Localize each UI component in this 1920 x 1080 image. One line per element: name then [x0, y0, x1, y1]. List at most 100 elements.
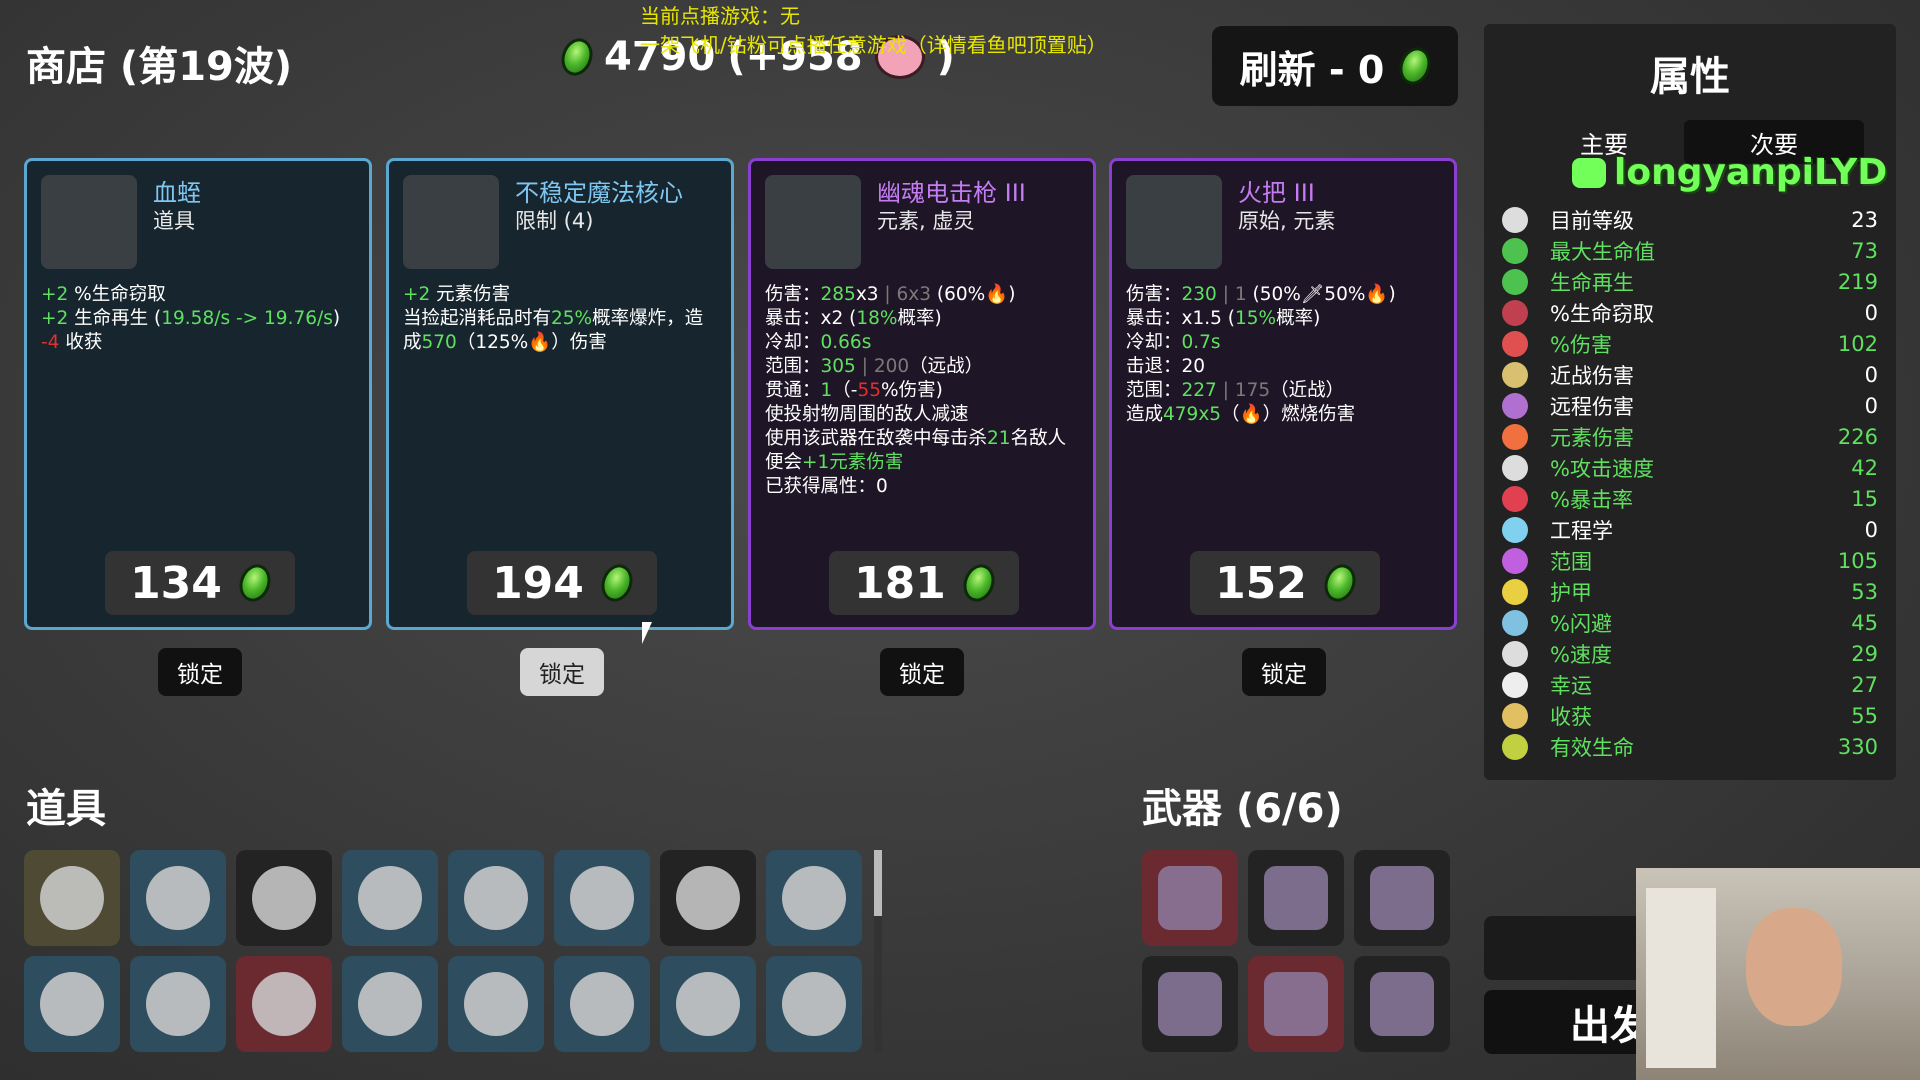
scrollbar-thumb[interactable] [874, 850, 882, 916]
stat-label: 元素伤害 [1550, 425, 1634, 450]
shop-card-3[interactable]: 火把 III 原始, 元素 伤害：230 | 1 (50%🗡50%🔥) 暴击：x1… [1109, 158, 1457, 630]
weapon-slot[interactable] [1142, 850, 1238, 946]
item-slot[interactable] [448, 956, 544, 1052]
desc-line: 暴击：x2 (18%概率) [765, 307, 1083, 331]
item-slot[interactable] [448, 850, 544, 946]
card-type: 道具 [153, 209, 195, 233]
ghost-taser-icon [1158, 866, 1222, 930]
desc-segment: 伤害： [1126, 284, 1182, 305]
weapon-slot[interactable] [1248, 956, 1344, 1052]
stat-value: 15 [1851, 486, 1878, 511]
card-price[interactable]: 134 [105, 551, 295, 615]
weapon-slot[interactable] [1354, 850, 1450, 946]
item-slot[interactable] [554, 850, 650, 946]
panda-icon [252, 972, 316, 1036]
desc-segment: (50%🗡50%🔥) [1246, 284, 1396, 305]
desc-segment: 0.66s [820, 332, 872, 353]
level-icon [1502, 206, 1528, 233]
stat-row: 有效生命 330 [1502, 731, 1878, 762]
item-slot[interactable] [24, 956, 120, 1052]
engineering-icon [1502, 516, 1528, 543]
overlay-line-2: 一架飞机/钻粉可点播任意游戏（详情看鱼吧顶置贴） [640, 33, 1107, 57]
card-type: 限制 (4) [515, 209, 594, 233]
stat-label: %攻击速度 [1550, 456, 1654, 481]
ghost-taser-icon [765, 175, 861, 269]
pumpkin-icon [358, 972, 422, 1036]
stat-label: 护甲 [1550, 580, 1592, 605]
weapon-slot[interactable] [1354, 956, 1450, 1052]
card-price[interactable]: 194 [467, 551, 657, 615]
material-coin-icon [1394, 43, 1436, 89]
desc-segment: +2 [41, 284, 69, 305]
item-slot[interactable] [130, 956, 226, 1052]
ranged-icon [1502, 392, 1528, 419]
card-name: 不稳定魔法核心 [515, 179, 683, 207]
stat-value: 0 [1864, 517, 1878, 542]
card-price[interactable]: 152 [1190, 551, 1380, 615]
desc-segment: 已获得属性：0 [765, 476, 888, 497]
leech-icon [41, 175, 137, 269]
lock-button-0[interactable]: 锁定 [158, 648, 242, 696]
item-slot[interactable] [766, 850, 862, 946]
stat-row: 目前等级 23 [1502, 204, 1878, 235]
desc-segment: | 1 [1216, 284, 1247, 305]
stats-title: 属性 [1650, 54, 1730, 100]
stat-value: 29 [1851, 641, 1878, 666]
item-slot[interactable] [130, 850, 226, 946]
heart-icon [1502, 237, 1528, 264]
material-coin-icon [1319, 560, 1361, 606]
desc-segment: 21 [987, 428, 1011, 449]
desc-segment: %生命窃取 [68, 284, 166, 305]
desc-segment: 15% [1234, 308, 1277, 329]
stat-row: 护甲 53 [1502, 576, 1878, 607]
potion-icon [782, 972, 846, 1036]
stat-value: 219 [1837, 269, 1878, 294]
lock-button-2[interactable]: 锁定 [880, 648, 964, 696]
desc-segment: 479x5 [1163, 404, 1222, 425]
ghost-taser-icon [1264, 866, 1328, 930]
material-coin-icon [556, 34, 598, 80]
shop-card-2[interactable]: 幽魂电击枪 III 元素, 虚灵 伤害：285x3 | 6x3 (60%🔥) 暴击… [748, 158, 1096, 630]
weapon-slot[interactable] [1142, 956, 1238, 1052]
desc-segment: 范围： [765, 356, 821, 377]
desc-segment: 生命再生 ( [68, 308, 162, 329]
crit-icon [1502, 485, 1528, 512]
speed-icon [1502, 640, 1528, 667]
desc-line: 暴击：x1.5 (15%概率) [1126, 307, 1444, 331]
desc-line: 贯通：1（-55%伤害) [765, 379, 1083, 403]
card-description: +2 元素伤害 当捡起消耗品时有25%概率爆炸，造 成570（125%🔥）伤害 [403, 283, 721, 355]
shop-card-1[interactable]: 不稳定魔法核心 限制 (4) +2 元素伤害 当捡起消耗品时有25%概率爆炸，造成… [386, 158, 734, 630]
skull-mask-icon [40, 866, 104, 930]
stat-label: 目前等级 [1550, 208, 1634, 233]
lock-button-3[interactable]: 锁定 [1242, 648, 1326, 696]
stat-label: %伤害 [1550, 332, 1612, 357]
effective-hp-icon [1502, 733, 1528, 760]
desc-line: 已获得属性：0 [765, 475, 1083, 499]
item-slot[interactable] [660, 956, 756, 1052]
card-price[interactable]: 181 [829, 551, 1019, 615]
refresh-button[interactable]: 刷新 - 0 [1212, 26, 1458, 106]
desc-segment: 贯通： [765, 380, 821, 401]
shop-card-0[interactable]: 血蛭 道具 +2 %生命窃取 +2 生命再生 (19.58/s -> 19.76/… [24, 158, 372, 630]
desc-segment: 285 [820, 284, 856, 305]
piggy-bank-icon [464, 972, 528, 1036]
desc-segment: x3 [855, 284, 879, 305]
item-slot[interactable] [236, 850, 332, 946]
desc-line: 当捡起消耗品时有25%概率爆炸，造 [403, 307, 721, 331]
snail-icon [358, 866, 422, 930]
item-slot[interactable] [342, 850, 438, 946]
items-scrollbar[interactable] [874, 850, 882, 1052]
item-slot[interactable] [554, 956, 650, 1052]
green-fang-icon [676, 866, 740, 930]
item-slot[interactable] [236, 956, 332, 1052]
lock-button-1[interactable]: 锁定 [520, 648, 604, 696]
item-slot[interactable] [766, 956, 862, 1052]
desc-segment: +2 [403, 284, 431, 305]
item-slot[interactable] [342, 956, 438, 1052]
item-slot[interactable] [24, 850, 120, 946]
desc-line: -4 收获 [41, 331, 359, 355]
item-slot[interactable] [660, 850, 756, 946]
desc-line: 伤害：230 | 1 (50%🗡50%🔥) [1126, 283, 1444, 307]
desc-segment: 冷却： [1126, 332, 1182, 353]
weapon-slot[interactable] [1248, 850, 1344, 946]
